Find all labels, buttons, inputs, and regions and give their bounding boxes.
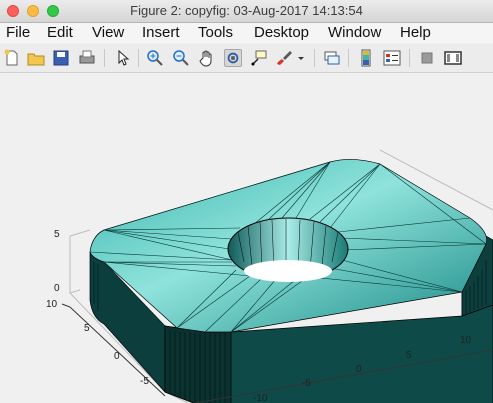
x-tick-0: 0 bbox=[356, 364, 362, 375]
link-plot-icon[interactable] bbox=[323, 49, 341, 67]
y-tick-10: 10 bbox=[46, 299, 58, 310]
x-tick-5: 5 bbox=[406, 350, 412, 361]
menu-insert[interactable]: Insert bbox=[142, 24, 180, 41]
toolbar-separator bbox=[314, 49, 315, 67]
rotate-icon[interactable] bbox=[224, 49, 242, 67]
save-icon[interactable] bbox=[52, 49, 70, 67]
menu-tools[interactable]: Tools bbox=[198, 24, 233, 41]
menu-edit[interactable]: Edit bbox=[47, 24, 73, 41]
menu-file[interactable]: File bbox=[6, 24, 30, 41]
colorbar-icon[interactable] bbox=[357, 49, 375, 67]
x-tick-neg5: -5 bbox=[302, 378, 311, 389]
data-cursor-icon[interactable] bbox=[250, 49, 268, 67]
toolbar-separator bbox=[409, 49, 410, 67]
menu-help[interactable]: Help bbox=[400, 24, 431, 41]
y-tick-neg5: -5 bbox=[140, 376, 149, 387]
zoom-out-icon[interactable] bbox=[172, 49, 190, 67]
hide-plot-tools-icon[interactable] bbox=[418, 49, 436, 67]
pointer-icon[interactable] bbox=[114, 49, 132, 67]
brush-icon[interactable] bbox=[276, 49, 294, 67]
zoom-in-icon[interactable] bbox=[146, 49, 164, 67]
print-icon[interactable] bbox=[78, 49, 96, 67]
solid-body bbox=[89, 159, 493, 403]
toolbar-separator bbox=[138, 49, 139, 67]
z-tick-0: 0 bbox=[54, 283, 60, 294]
y-tick-5: 5 bbox=[84, 323, 90, 334]
legend-icon[interactable] bbox=[383, 49, 401, 67]
menu-window[interactable]: Window bbox=[328, 24, 381, 41]
x-tick-neg10: -10 bbox=[253, 393, 268, 403]
title-bar: Figure 2: copyfig: 03-Aug-2017 14:13:54 bbox=[0, 0, 493, 23]
menu-desktop[interactable]: Desktop bbox=[254, 24, 309, 41]
figure-window: Figure 2: copyfig: 03-Aug-2017 14:13:54 … bbox=[0, 0, 493, 403]
window-title: Figure 2: copyfig: 03-Aug-2017 14:13:54 bbox=[130, 3, 363, 18]
hole-opening bbox=[244, 260, 332, 282]
3d-surface-plot[interactable] bbox=[0, 73, 493, 403]
menu-view[interactable]: View bbox=[92, 24, 124, 41]
show-plot-tools-icon[interactable] bbox=[444, 49, 462, 67]
toolbar-separator bbox=[104, 49, 105, 67]
new-figure-icon[interactable] bbox=[3, 49, 21, 67]
dropdown-arrow-icon[interactable] bbox=[296, 49, 306, 67]
open-file-icon[interactable] bbox=[27, 49, 45, 67]
z-tick-5: 5 bbox=[54, 229, 60, 240]
y-tick-0: 0 bbox=[114, 351, 120, 362]
plot-area[interactable]: 5 0 10 5 0 -5 -10 -5 0 5 10 bbox=[0, 73, 493, 403]
x-tick-10: 10 bbox=[460, 335, 472, 346]
toolbar-separator bbox=[348, 49, 349, 67]
figure-toolbar bbox=[0, 44, 493, 73]
pan-icon[interactable] bbox=[198, 49, 216, 67]
menu-bar: File Edit View Insert Tools Desktop Wind… bbox=[0, 23, 493, 43]
